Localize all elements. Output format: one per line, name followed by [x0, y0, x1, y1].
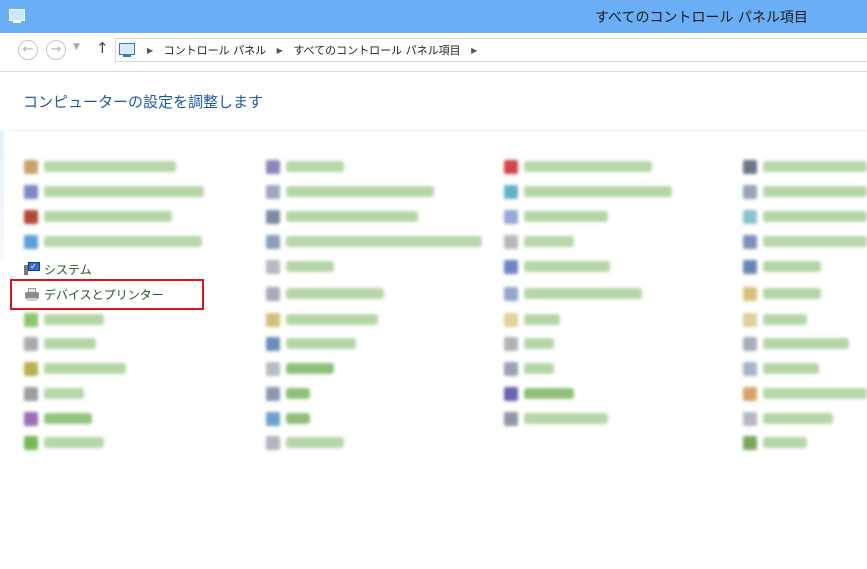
page-title: コンピューターの設定を調整します	[23, 93, 264, 111]
list-item[interactable]	[24, 233, 204, 251]
list-item[interactable]	[743, 311, 809, 329]
list-item[interactable]	[743, 158, 867, 176]
navigation-bar: ← → ▼ ↑ ▶ コントロール パネル ▶ すべてのコントロール パネル項目 …	[0, 33, 867, 72]
list-item[interactable]	[743, 183, 867, 201]
list-item[interactable]	[24, 410, 94, 428]
list-item[interactable]	[743, 410, 835, 428]
list-item[interactable]	[504, 385, 576, 403]
list-item[interactable]	[24, 360, 128, 378]
window-title: すべてのコントロール パネル項目	[595, 10, 808, 26]
breadcrumb-separator-icon[interactable]: ▶	[471, 46, 477, 55]
list-item[interactable]	[743, 285, 823, 303]
list-item[interactable]	[24, 385, 86, 403]
breadcrumb-separator-icon[interactable]: ▶	[147, 46, 153, 55]
system-icon: ✓	[24, 262, 40, 275]
list-item[interactable]	[24, 335, 99, 353]
list-item[interactable]	[266, 385, 312, 403]
list-item[interactable]	[743, 208, 867, 226]
list-item[interactable]	[743, 385, 867, 403]
list-item[interactable]	[266, 410, 312, 428]
list-item[interactable]	[743, 434, 809, 452]
breadcrumb-all-items[interactable]: すべてのコントロール パネル項目	[293, 44, 460, 57]
list-item[interactable]	[24, 434, 106, 452]
breadcrumb-separator-icon[interactable]: ▶	[277, 46, 283, 55]
list-item[interactable]	[504, 233, 576, 251]
system-item[interactable]: ✓ システム	[24, 260, 104, 278]
highlight-box	[10, 279, 204, 310]
list-item[interactable]	[504, 335, 556, 353]
list-item[interactable]	[504, 158, 654, 176]
list-item[interactable]	[743, 360, 821, 378]
list-item[interactable]	[266, 208, 421, 226]
list-item[interactable]	[504, 285, 644, 303]
list-item[interactable]	[743, 258, 823, 276]
up-arrow-icon[interactable]: ↑	[96, 39, 109, 57]
list-item[interactable]	[504, 410, 610, 428]
list-item[interactable]	[504, 258, 612, 276]
list-item[interactable]	[743, 335, 851, 353]
list-item[interactable]	[504, 311, 562, 329]
breadcrumb-control-panel[interactable]: コントロール パネル	[164, 44, 267, 57]
title-bar: すべてのコントロール パネル項目	[0, 0, 867, 33]
list-item[interactable]	[266, 285, 386, 303]
list-item[interactable]	[266, 335, 358, 353]
list-item[interactable]	[24, 158, 179, 176]
list-item[interactable]	[266, 233, 484, 251]
list-item[interactable]	[24, 183, 204, 201]
list-item[interactable]	[266, 258, 336, 276]
list-item[interactable]	[266, 360, 336, 378]
list-item[interactable]	[743, 233, 867, 251]
list-item[interactable]	[24, 311, 106, 329]
list-item[interactable]	[266, 183, 436, 201]
list-item[interactable]	[504, 183, 674, 201]
list-item[interactable]	[504, 208, 610, 226]
back-arrow-icon[interactable]: ←	[18, 40, 38, 60]
recent-locations-chevron-icon[interactable]: ▼	[73, 42, 80, 52]
control-panel-icon	[119, 43, 135, 57]
divider	[10, 130, 867, 131]
system-label: システム	[44, 263, 92, 277]
address-bar[interactable]: ▶ コントロール パネル ▶ すべてのコントロール パネル項目 ▶	[115, 38, 867, 62]
control-panel-icon	[9, 9, 25, 23]
list-item[interactable]	[266, 434, 346, 452]
list-item[interactable]	[504, 360, 556, 378]
list-item[interactable]	[266, 158, 346, 176]
list-item[interactable]	[24, 208, 179, 226]
breadcrumb: ▶ コントロール パネル ▶ すべてのコントロール パネル項目 ▶	[140, 42, 484, 58]
forward-arrow-icon[interactable]: →	[46, 40, 66, 60]
scroll-shadow	[0, 131, 4, 261]
list-item[interactable]	[266, 311, 380, 329]
